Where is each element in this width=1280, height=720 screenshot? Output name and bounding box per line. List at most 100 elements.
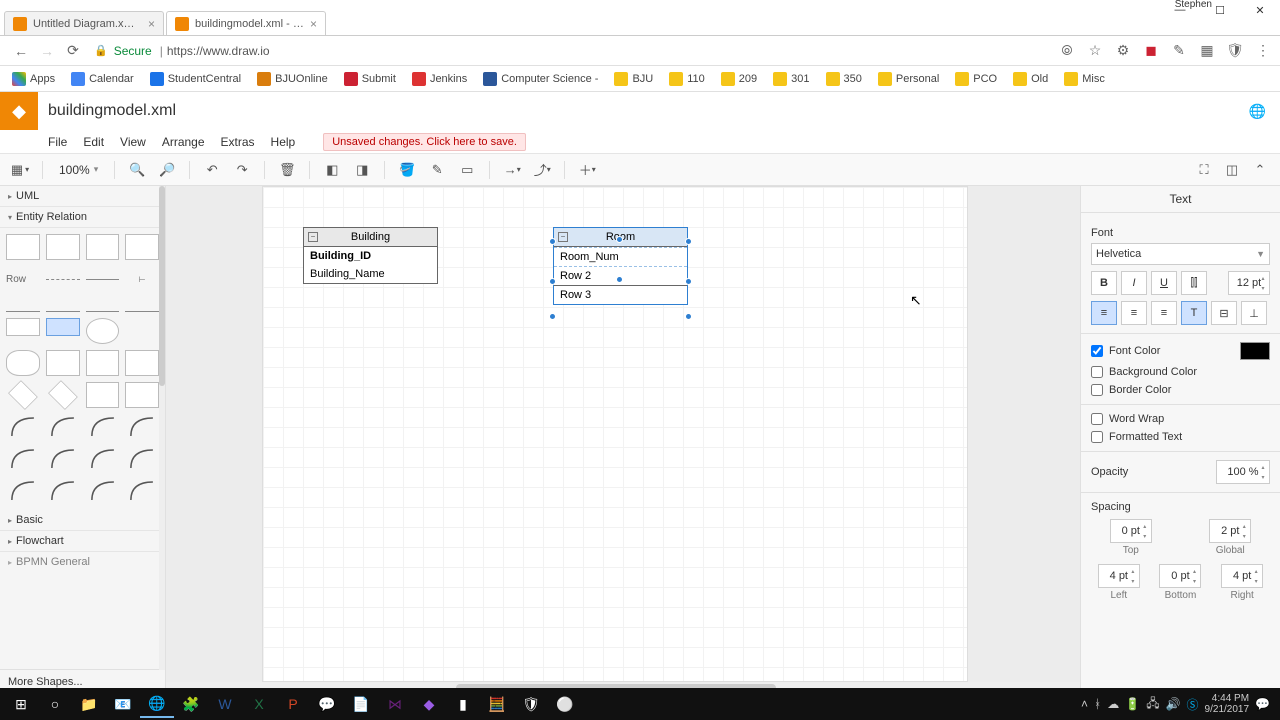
tray-network-icon[interactable]: 🖧 [1146,694,1159,715]
shape-diamond-2[interactable] [48,380,78,410]
shape-rect-1[interactable] [46,350,80,376]
unsaved-warning[interactable]: Unsaved changes. Click here to save. [323,133,526,151]
shape-line-2[interactable] [46,311,80,312]
italic-button[interactable]: I [1121,271,1147,295]
opacity-input[interactable]: 100 %▴▾ [1216,460,1270,484]
bookmark-calendar[interactable]: Calendar [67,70,138,88]
ext-icon-4[interactable]: ▦ [1198,42,1216,60]
shape-table-2[interactable] [46,234,80,260]
shape-curve-12[interactable] [125,478,159,504]
bookmark-209[interactable]: 209 [717,70,761,88]
shape-small-1[interactable] [6,318,40,336]
shape-curve-9[interactable] [6,478,40,504]
chrome-icon[interactable]: 🌐 [140,690,174,718]
calc-icon[interactable]: 🧮 [480,690,514,718]
font-color-checkbox[interactable] [1091,345,1103,357]
shape-row-label[interactable]: Row [6,266,40,292]
palette-basic[interactable]: Basic [0,510,165,531]
connection-icon[interactable]: →▾ [500,158,524,182]
waypoint-icon[interactable]: ⤴▾ [530,158,554,182]
shape-curve-8[interactable] [125,446,159,472]
shape-diamond-1[interactable] [8,380,38,410]
window-maximize[interactable]: ☐ [1200,0,1240,20]
entity-row[interactable]: Building_Name [304,265,437,283]
format-panel-icon[interactable]: ◫ [1220,158,1244,182]
terminal-icon[interactable]: ▮ [446,690,480,718]
selection-handle[interactable] [685,278,692,285]
app-icon-3[interactable]: 📄 [344,690,378,718]
tray-bluetooth-icon[interactable]: ᚼ [1094,697,1101,711]
translate-icon[interactable]: ⦾ [1058,42,1076,60]
align-right-button[interactable]: ≡ [1151,301,1177,325]
start-button[interactable]: ⊞ [4,690,38,718]
bookmark-submit[interactable]: Submit [340,70,400,88]
cortana-icon[interactable]: ○ [38,690,72,718]
nav-back[interactable]: ← [10,40,32,62]
vs2-icon[interactable]: ◆ [412,690,446,718]
bookmark-110[interactable]: 110 [665,70,709,88]
selection-handle[interactable] [549,238,556,245]
shape-curve-2[interactable] [46,414,80,440]
tray-up-icon[interactable]: ˄ [1081,697,1088,711]
insert-icon[interactable]: ＋▾ [575,158,599,182]
font-family-select[interactable]: Helvetica▼ [1091,243,1270,265]
ext-icon-1[interactable]: ⚙ [1114,42,1132,60]
view-mode-button[interactable]: ▦▾ [8,158,32,182]
excel-icon[interactable]: X [242,690,276,718]
align-left-button[interactable]: ≡ [1091,301,1117,325]
bold-button[interactable]: B [1091,271,1117,295]
star-icon[interactable]: ☆ [1086,42,1104,60]
address-bar[interactable]: 🔒 Secure | https://www.draw.io [94,44,1050,58]
app-icon-1[interactable]: 🧩 [174,690,208,718]
to-back-icon[interactable]: ◨ [350,158,374,182]
collapse-icon[interactable]: − [558,232,568,242]
to-front-icon[interactable]: ◧ [320,158,344,182]
ext-icon-5[interactable]: 🛡 [1226,42,1244,60]
valign-middle-button[interactable]: ⊟ [1211,301,1237,325]
palette-uml[interactable]: UML [0,186,165,207]
nav-reload[interactable]: ⟳ [62,40,84,62]
shadow-icon[interactable]: ▭ [455,158,479,182]
shape-curve-4[interactable] [125,414,159,440]
outlook-icon[interactable]: 📧 [106,690,140,718]
tray-notifications-icon[interactable]: 💬 [1255,697,1270,711]
shape-circle[interactable] [86,318,120,344]
fullscreen-icon[interactable]: ⛶ [1192,158,1216,182]
bookmark-apps[interactable]: Apps [8,70,59,88]
ext-icon-2[interactable]: ◼ [1142,42,1160,60]
spacing-top-input[interactable]: 0 pt▴▾ [1110,519,1152,543]
language-icon[interactable]: 🌐 [1249,103,1266,120]
word-icon[interactable]: W [208,690,242,718]
menu-view[interactable]: View [120,135,146,149]
font-color-swatch[interactable] [1240,342,1270,360]
menu-file[interactable]: File [48,135,67,149]
window-minimize[interactable]: — [1160,0,1200,20]
bookmark-studentcentral[interactable]: StudentCentral [146,70,245,88]
bookmark-personal[interactable]: Personal [874,70,943,88]
word-wrap-checkbox[interactable] [1091,413,1103,425]
undo-icon[interactable]: ↶ [200,158,224,182]
canvas[interactable]: −Building Building_ID Building_Name −Roo… [166,186,1080,694]
entity-building[interactable]: −Building Building_ID Building_Name [303,227,438,284]
vs-icon[interactable]: ⋈ [378,690,412,718]
tray-clock[interactable]: 4:44 PM 9/21/2017 [1205,693,1250,715]
shape-curve-1[interactable] [6,414,40,440]
shape-table-4[interactable] [125,234,159,260]
underline-button[interactable]: U [1151,271,1177,295]
bookmark-301[interactable]: 301 [769,70,813,88]
bookmark-jenkins[interactable]: Jenkins [408,70,471,88]
bookmark-old[interactable]: Old [1009,70,1052,88]
shape-table[interactable] [6,234,40,260]
selection-handle[interactable] [616,236,623,243]
bookmark-bju[interactable]: BJU [610,70,657,88]
fill-color-icon[interactable]: 🪣 [395,158,419,182]
browser-tab-inactive[interactable]: Untitled Diagram.xml - d × [4,11,164,35]
entity-row[interactable]: Row 3 [554,285,687,304]
powerpoint-icon[interactable]: P [276,690,310,718]
shape-curve-10[interactable] [46,478,80,504]
tray-battery-icon[interactable]: 🔋 [1125,697,1140,711]
border-color-checkbox[interactable] [1091,384,1103,396]
app-icon-2[interactable]: 💬 [310,690,344,718]
selection-handle[interactable] [685,238,692,245]
palette-entity-relation[interactable]: Entity Relation [0,207,165,228]
